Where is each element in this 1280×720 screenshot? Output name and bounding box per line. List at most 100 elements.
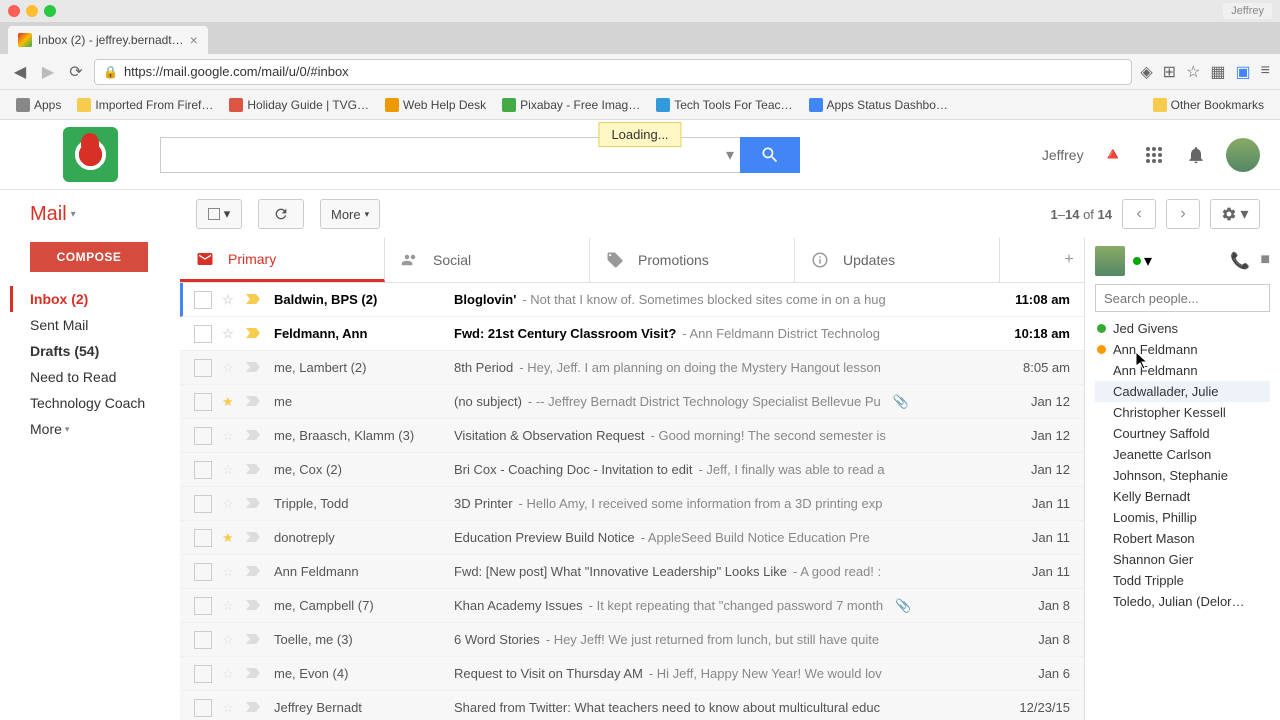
phone-icon[interactable]: 📞 — [1230, 251, 1250, 271]
chrome-menu-icon[interactable]: ≡ — [1261, 62, 1270, 82]
mail-checkbox[interactable] — [194, 325, 212, 343]
mail-row[interactable]: ☆me, Cox (2)Bri Cox - Coaching Doc - Inv… — [180, 453, 1084, 487]
chat-contact[interactable]: Loomis, Phillip — [1095, 507, 1270, 528]
sidebar-item[interactable]: Inbox (2) — [10, 286, 180, 312]
sidebar-item[interactable]: Sent Mail — [10, 312, 180, 338]
star-icon[interactable]: ☆ — [222, 666, 240, 682]
mail-checkbox[interactable] — [194, 461, 212, 479]
other-bookmarks[interactable]: Other Bookmarks — [1147, 95, 1270, 115]
settings-button[interactable]: ▾ — [1210, 199, 1260, 229]
mail-checkbox[interactable] — [194, 631, 212, 649]
tab-close-icon[interactable]: × — [190, 32, 198, 48]
important-icon[interactable] — [246, 292, 264, 307]
video-icon[interactable]: ■ — [1260, 251, 1270, 271]
reload-button[interactable]: ⟳ — [66, 62, 86, 82]
important-icon[interactable] — [246, 360, 264, 375]
star-icon[interactable]: ☆ — [222, 462, 240, 478]
important-icon[interactable] — [246, 700, 264, 715]
notifications-icon[interactable] — [1184, 143, 1208, 167]
mail-checkbox[interactable] — [194, 495, 212, 513]
user-avatar[interactable] — [1226, 138, 1260, 172]
compose-button[interactable]: COMPOSE — [30, 242, 148, 272]
org-icon[interactable]: 🔺 — [1102, 144, 1124, 165]
add-tab-button[interactable]: + — [1054, 238, 1084, 282]
star-icon[interactable]: ★ — [222, 530, 240, 546]
extension-icon-1[interactable]: ▦ — [1210, 62, 1225, 82]
extension-icon-2[interactable]: ▣ — [1236, 62, 1251, 82]
chat-self-avatar[interactable] — [1095, 246, 1125, 276]
chat-status-dropdown[interactable]: ▾ — [1133, 251, 1152, 271]
refresh-button[interactable] — [258, 199, 304, 229]
important-icon[interactable] — [246, 564, 264, 579]
important-icon[interactable] — [246, 496, 264, 511]
chat-contact[interactable]: Jed Givens — [1095, 318, 1270, 339]
google-apps-icon[interactable] — [1142, 143, 1166, 167]
search-button[interactable] — [740, 137, 800, 173]
url-field[interactable]: 🔒 https://mail.google.com/mail/u/0/#inbo… — [94, 59, 1132, 85]
chat-contact[interactable]: Courtney Saffold — [1095, 423, 1270, 444]
bookmark-item[interactable]: Tech Tools For Teac… — [650, 95, 798, 115]
browser-tab[interactable]: Inbox (2) - jeffrey.bernadt… × — [8, 26, 208, 54]
star-icon[interactable]: ☆ — [222, 428, 240, 444]
mail-checkbox[interactable] — [194, 427, 212, 445]
translate-icon[interactable]: ⊞ — [1163, 62, 1176, 82]
window-minimize-icon[interactable] — [26, 5, 38, 17]
chat-contact[interactable]: Ann Feldmann — [1095, 360, 1270, 381]
select-all-checkbox[interactable]: ▾ — [196, 199, 242, 229]
mail-row[interactable]: ☆me, Campbell (7)Khan Academy Issues - I… — [180, 589, 1084, 623]
mail-row[interactable]: ☆Toelle, me (3)6 Word Stories - Hey Jeff… — [180, 623, 1084, 657]
mail-checkbox[interactable] — [194, 699, 212, 717]
important-icon[interactable] — [246, 632, 264, 647]
bookmark-item[interactable]: Holiday Guide | TVG… — [223, 95, 375, 115]
star-icon[interactable]: ☆ — [222, 700, 240, 716]
chat-contact[interactable]: Toledo, Julian (Delor… — [1095, 591, 1270, 612]
mail-row[interactable]: ☆Baldwin, BPS (2)Bloglovin' - Not that I… — [180, 283, 1084, 317]
mail-checkbox[interactable] — [194, 393, 212, 411]
important-icon[interactable] — [246, 326, 264, 341]
sidebar-item[interactable]: Technology Coach — [10, 390, 180, 416]
chat-contact[interactable]: Christopher Kessell — [1095, 402, 1270, 423]
mail-row[interactable]: ★me(no subject) - -- Jeffrey Bernadt Dis… — [180, 385, 1084, 419]
mail-checkbox[interactable] — [194, 563, 212, 581]
important-icon[interactable] — [246, 598, 264, 613]
mail-row[interactable]: ☆Jeffrey BernadtShared from Twitter: Wha… — [180, 691, 1084, 720]
mail-row[interactable]: ☆Ann FeldmannFwd: [New post] What "Innov… — [180, 555, 1084, 589]
category-tab-updates[interactable]: Updates — [795, 238, 1000, 282]
star-icon[interactable]: ☆ — [222, 632, 240, 648]
mail-row[interactable]: ☆me, Evon (4)Request to Visit on Thursda… — [180, 657, 1084, 691]
chat-contact[interactable]: Ann Feldmann — [1095, 339, 1270, 360]
star-icon[interactable]: ★ — [222, 394, 240, 410]
mail-row[interactable]: ☆me, Braasch, Klamm (3)Visitation & Obse… — [180, 419, 1084, 453]
category-tab-primary[interactable]: Primary — [180, 238, 385, 282]
chat-contact[interactable]: Johnson, Stephanie — [1095, 465, 1270, 486]
star-icon[interactable]: ☆ — [222, 598, 240, 614]
eye-icon[interactable]: ◈ — [1140, 62, 1152, 82]
older-button[interactable]: › — [1166, 199, 1200, 229]
back-button[interactable]: ◀ — [10, 62, 30, 82]
bookmark-item[interactable]: Imported From Firef… — [71, 95, 219, 115]
bookmark-item[interactable]: Web Help Desk — [379, 95, 492, 115]
org-logo[interactable] — [20, 127, 160, 182]
sidebar-item[interactable]: Need to Read — [10, 364, 180, 390]
window-close-icon[interactable] — [8, 5, 20, 17]
category-tab-social[interactable]: Social — [385, 238, 590, 282]
search-options-dropdown[interactable]: ▾ — [720, 137, 740, 173]
chat-contact[interactable]: Robert Mason — [1095, 528, 1270, 549]
mail-row[interactable]: ★donotreplyEducation Preview Build Notic… — [180, 521, 1084, 555]
forward-button[interactable]: ▶ — [38, 62, 58, 82]
mail-row[interactable]: ☆Tripple, Todd3D Printer - Hello Amy, I … — [180, 487, 1084, 521]
important-icon[interactable] — [246, 428, 264, 443]
chat-contact[interactable]: Shannon Gier — [1095, 549, 1270, 570]
mail-checkbox[interactable] — [194, 665, 212, 683]
important-icon[interactable] — [246, 666, 264, 681]
star-icon[interactable]: ☆ — [222, 360, 240, 376]
important-icon[interactable] — [246, 530, 264, 545]
bookmark-item[interactable]: Apps Status Dashbo… — [803, 95, 954, 115]
bookmark-item[interactable]: Pixabay - Free Imag… — [496, 95, 646, 115]
mail-row[interactable]: ☆me, Lambert (2)8th Period - Hey, Jeff. … — [180, 351, 1084, 385]
chat-contact[interactable]: Jeanette Carlson — [1095, 444, 1270, 465]
star-icon[interactable]: ☆ — [222, 564, 240, 580]
mail-checkbox[interactable] — [194, 597, 212, 615]
chat-search-input[interactable] — [1095, 284, 1270, 312]
sidebar-more[interactable]: More — [10, 416, 180, 442]
